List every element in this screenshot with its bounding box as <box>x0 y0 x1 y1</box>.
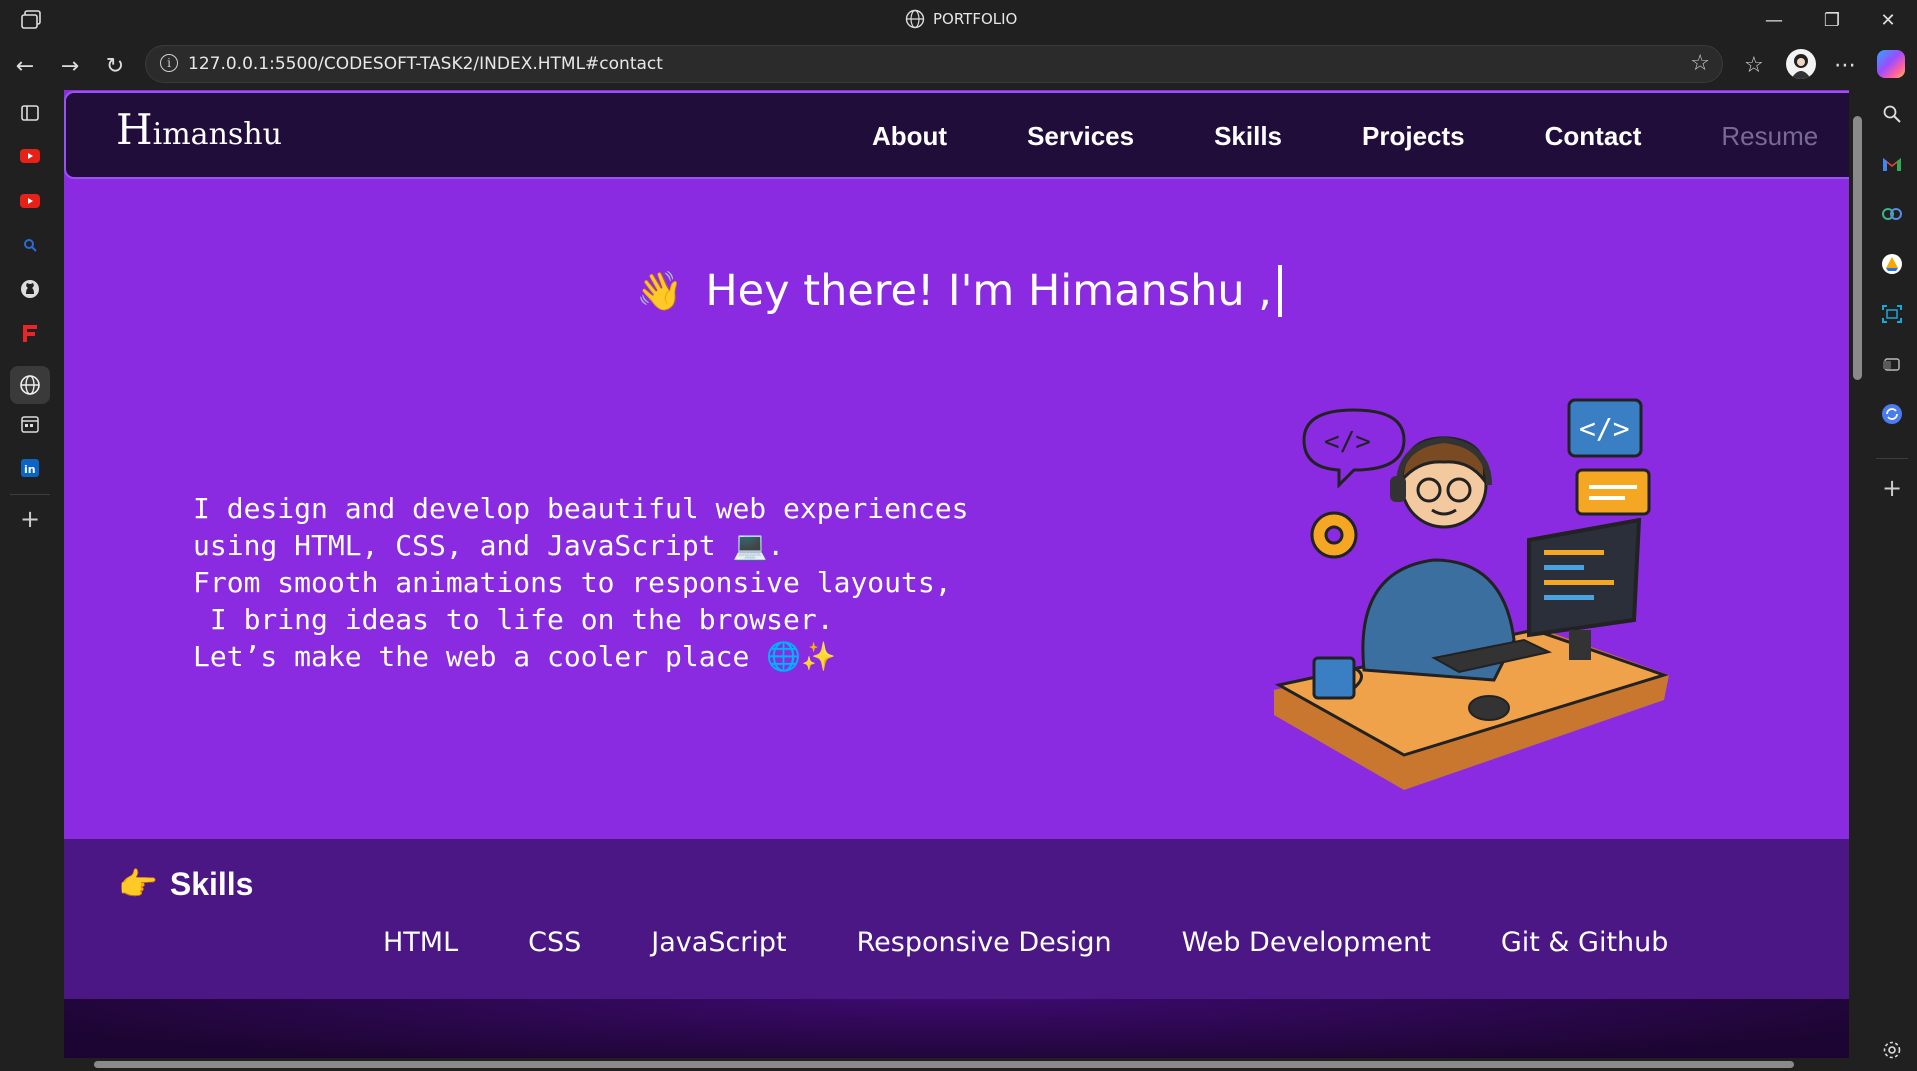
minimize-icon[interactable]: — <box>1745 0 1803 40</box>
refresh-circle-icon[interactable] <box>1880 402 1904 426</box>
linkedin-icon[interactable]: in <box>19 457 41 479</box>
globe-icon <box>905 9 925 29</box>
nav-about[interactable]: About <box>872 121 947 152</box>
site-navbar: Himanshu About Services Skills Projects … <box>64 91 1849 179</box>
screenshot-icon[interactable] <box>1880 302 1904 326</box>
info-icon[interactable]: i <box>160 54 178 72</box>
nav-links: About Services Skills Projects Contact R… <box>872 121 1818 152</box>
skill-item: Responsive Design <box>856 927 1112 958</box>
hero-greeting: 👋 Hey there! I'm Himanshu , <box>636 265 1282 317</box>
workspaces-icon[interactable] <box>20 10 42 30</box>
forward-icon[interactable]: → <box>57 53 83 79</box>
shopping-icon[interactable] <box>1880 202 1904 226</box>
svg-text:</>: </> <box>1324 427 1371 457</box>
hero-intro: I design and develop beautiful web exper… <box>193 492 969 673</box>
search-icon[interactable] <box>1880 102 1904 126</box>
window-titlebar: PORTFOLIO — ❐ ✕ <box>0 0 1917 40</box>
svg-text:in: in <box>24 463 36 476</box>
nav-contact[interactable]: Contact <box>1545 121 1642 152</box>
add-icon[interactable]: + <box>1880 474 1904 502</box>
skill-item: CSS <box>528 927 582 958</box>
typing-cursor <box>1277 265 1282 317</box>
svg-text:</>: </> <box>1579 412 1630 445</box>
developer-illustration: </> </> <box>1274 398 1669 790</box>
gmail-icon[interactable] <box>1880 152 1904 176</box>
copilot-icon[interactable] <box>1877 50 1905 78</box>
pointing-emoji: 👉 <box>118 866 158 902</box>
window-title: PORTFOLIO <box>905 9 1017 29</box>
skills-section: 👉 Skills HTML CSS JavaScript Responsive … <box>64 839 1849 999</box>
search-icon[interactable] <box>19 234 41 256</box>
site-logo[interactable]: Himanshu <box>116 109 282 153</box>
horizontal-scrollbar[interactable] <box>64 1058 1849 1071</box>
tab-title: PORTFOLIO <box>933 10 1018 28</box>
favorites-icon[interactable]: ☆ <box>1744 53 1764 78</box>
nav-services[interactable]: Services <box>1027 121 1134 152</box>
skill-item: Web Development <box>1181 927 1431 958</box>
page-viewport: Himanshu About Services Skills Projects … <box>64 90 1849 1058</box>
add-icon[interactable]: + <box>19 505 41 533</box>
calendar-icon[interactable] <box>19 413 41 435</box>
address-bar[interactable]: i 127.0.0.1:5500/CODESOFT-TASK2/INDEX.HT… <box>145 45 1723 83</box>
close-icon[interactable]: ✕ <box>1859 0 1917 40</box>
skill-item: HTML <box>383 927 459 958</box>
nav-resume[interactable]: Resume <box>1721 121 1818 152</box>
profile-avatar[interactable] <box>1786 49 1816 79</box>
flipkart-icon[interactable] <box>19 322 41 344</box>
left-sidebar: in + <box>0 90 64 1071</box>
drive-icon[interactable] <box>1880 252 1904 276</box>
back-icon[interactable]: ← <box>12 53 38 79</box>
scroll-thumb[interactable] <box>94 1061 1794 1068</box>
tab-actions-icon[interactable] <box>19 102 41 124</box>
refresh-icon[interactable]: ↻ <box>102 53 128 79</box>
nav-skills[interactable]: Skills <box>1214 121 1282 152</box>
scroll-thumb[interactable] <box>1853 116 1862 380</box>
youtube-icon[interactable] <box>19 145 41 167</box>
settings-icon[interactable] <box>1880 1038 1904 1062</box>
skills-list: HTML CSS JavaScript Responsive Design We… <box>383 927 1668 958</box>
skill-item: JavaScript <box>651 927 787 958</box>
globe-icon[interactable] <box>10 366 50 404</box>
right-sidebar: + <box>1866 90 1917 1071</box>
sidebar-divider <box>1876 458 1908 459</box>
skills-heading: 👉 Skills <box>118 865 254 903</box>
browser-toolbar: ← → ↻ i 127.0.0.1:5500/CODESOFT-TASK2/IN… <box>0 40 1917 90</box>
more-icon[interactable]: ⋯ <box>1834 53 1856 78</box>
url-text[interactable]: 127.0.0.1:5500/CODESOFT-TASK2/INDEX.HTML… <box>188 54 663 74</box>
nav-projects[interactable]: Projects <box>1362 121 1465 152</box>
greeting-text: Hey there! I'm Himanshu , <box>705 266 1272 316</box>
favorite-star-icon[interactable]: ☆ <box>1690 51 1710 76</box>
next-section <box>64 999 1849 1058</box>
sidebar-divider <box>10 494 50 495</box>
restore-icon[interactable]: ❐ <box>1803 0 1861 40</box>
vertical-scrollbar[interactable] <box>1849 90 1866 1058</box>
youtube-icon[interactable] <box>19 190 41 212</box>
outlook-icon[interactable] <box>1880 352 1904 376</box>
wave-emoji: 👋 <box>636 268 684 313</box>
github-icon[interactable] <box>19 278 41 300</box>
skill-item: Git & Github <box>1500 927 1669 958</box>
